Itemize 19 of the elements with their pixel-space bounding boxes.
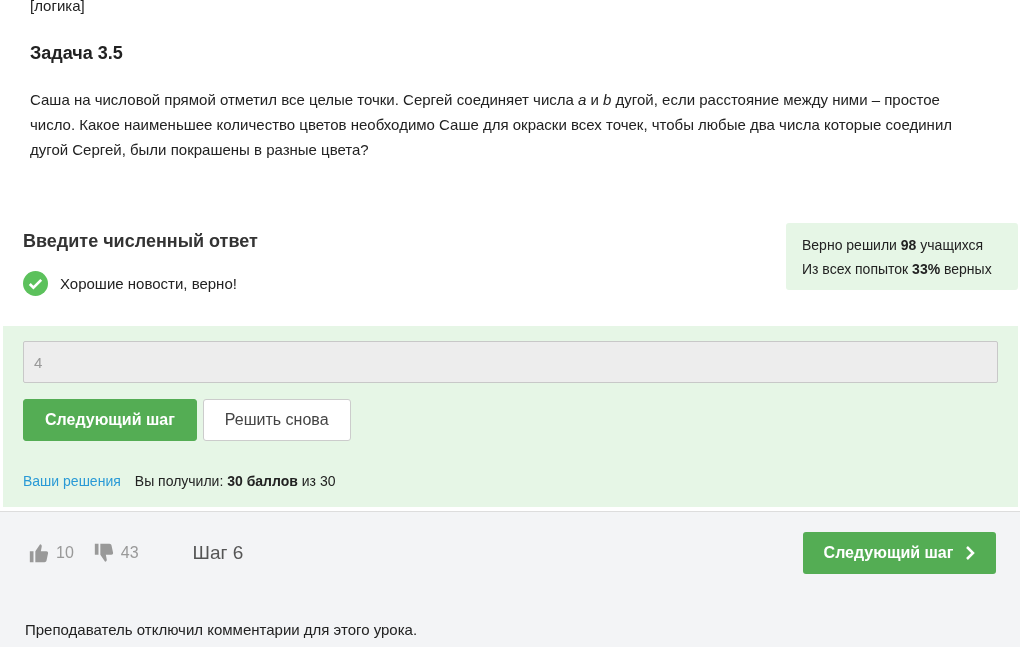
category-tag: [логика] <box>30 0 990 14</box>
like-count: 10 <box>56 544 74 562</box>
next-step-button[interactable]: Следующий шаг <box>23 399 197 441</box>
thumbs-down-icon[interactable] <box>92 542 115 564</box>
solutions-link[interactable]: Ваши решения <box>23 473 121 489</box>
next-step-button[interactable]: Следующий шаг <box>803 532 996 574</box>
chevron-right-icon <box>965 545 976 561</box>
task-title: Задача 3.5 <box>30 42 124 64</box>
step-label: Шаг 6 <box>192 542 245 564</box>
stats-line: Верно решили 98 учащихся <box>802 236 985 255</box>
thumbs-up-icon[interactable] <box>28 542 50 564</box>
dislike-count: 43 <box>120 544 139 562</box>
retry-button[interactable]: Решить снова <box>202 399 351 441</box>
comments-note: Преподаватель отключил комментарии для этого урока. <box>25 621 419 638</box>
feedback-message: Хорошие новости, верно! <box>60 275 237 292</box>
score-text: Вы получили: 30 баллов из 30 <box>134 473 336 489</box>
stats-line: Из всех попыток 33% верных <box>802 260 993 279</box>
task-text: Саша на числовой прямой отметил все целые точки. Сергей соединяет числа a и b дугой, если расстояние между ними – простое число. Какое наименьшее количество цветов необходимо Саше для окраски всех точек, чтобы любые два числа которые соединил дугой Сергей, были покрашены в разные цвета? <box>30 90 953 160</box>
answer-heading: Введите численный ответ <box>23 230 258 253</box>
